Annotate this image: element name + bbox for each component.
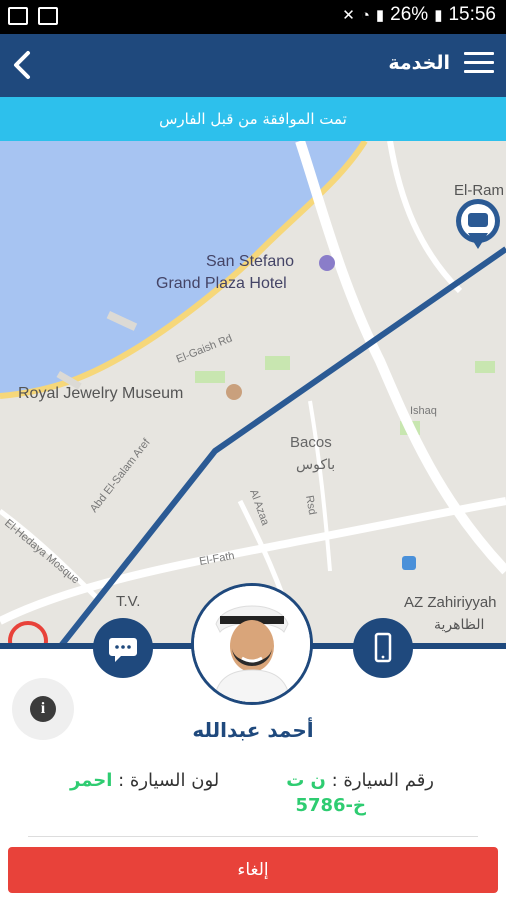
hamburger-menu-button[interactable] [464,52,494,78]
back-button[interactable] [6,48,40,82]
menu-line [464,52,494,55]
hotel-poi-icon [319,255,335,271]
map-label-el-hedaya: El-Hedaya Mosque [2,517,81,586]
museum-poi-icon [226,384,242,400]
page-title: الخدمة [388,52,450,74]
road [308,400,332,572]
notification-gallery-icon [38,7,58,25]
map-label-el-ram: El-Ram [454,182,504,199]
call-button[interactable] [353,618,413,678]
park-area [265,356,290,370]
signal-icon: ▮ [375,7,385,24]
status-bar: ✕ ◔ ▮ 26% ▮ 15:56 [0,0,506,34]
car-number-label-text: رقم السيارة : [325,770,434,791]
map-label-az-zahiriyyah-ar: الظاهرية [434,617,484,633]
wifi-icon: ◔ [360,6,370,24]
clock: 15:56 [448,4,496,25]
driver-name: أحمد عبدالله [192,718,314,742]
notification-image-icon [8,7,28,25]
back-arrow-icon [14,51,30,79]
map-view[interactable]: El-Ram San Stefano Grand Plaza Hotel El-… [0,141,506,647]
car-marker-icon[interactable] [456,199,500,249]
app-bar: الخدمة [0,34,506,97]
status-right: ✕ ◔ ▮ 26% ▮ 15:56 [342,4,496,26]
map-label-az-zahiriyyah: AZ Zahiriyyah [404,594,497,611]
car-color-value: احمر [70,770,113,791]
car-color-label: لون السيارة : احمر [70,770,219,791]
map-label-abd-el-salam: Abd El-Salam Aref [88,436,153,515]
map-label-tv: T.V. [116,593,140,610]
map-label-museum: Royal Jewelry Museum [18,385,183,402]
driver-avatar [191,583,313,705]
road [387,141,463,294]
mobile-phone-icon [374,632,392,663]
map-label-el-gaish: El-Gaish Rd [175,332,234,365]
separator-line [28,836,478,837]
map-label-ishaq: Ishaq [410,405,437,417]
driver-photo [194,586,310,702]
cancel-button[interactable]: إلغاء [8,847,498,893]
map-label-bacos: Bacos [290,434,332,451]
map-label-bacos-ar: باكوس [296,457,335,473]
menu-line [464,70,494,73]
car-number-label: رقم السيارة : ن ت [286,770,434,791]
car-number-value: خ-5786 [295,795,366,816]
map-label-hotel-line2: Grand Plaza Hotel [156,275,287,292]
map-canvas: El-Ram San Stefano Grand Plaza Hotel El-… [0,141,506,647]
chat-bubble-icon [109,638,137,662]
battery-percent: 26% [390,4,429,25]
chat-button[interactable] [93,618,153,678]
battery-icon: ▮ [434,7,443,24]
map-label-hotel-line1: San Stefano [206,253,294,270]
menu-line [464,61,494,64]
car-number-letters: ن ت [286,770,326,791]
mute-icon: ✕ [342,7,355,24]
status-notifications [8,7,58,25]
status-banner: تمت الموافقة من قبل الفارس [0,97,506,141]
car-color-label-text: لون السيارة : [112,770,220,791]
park-area [195,371,225,383]
map-label-el-fath: El-Fath [198,550,235,568]
park-area [475,361,495,373]
bus-stop-icon [402,556,416,570]
map-label-rsd: Rsd [303,494,318,515]
